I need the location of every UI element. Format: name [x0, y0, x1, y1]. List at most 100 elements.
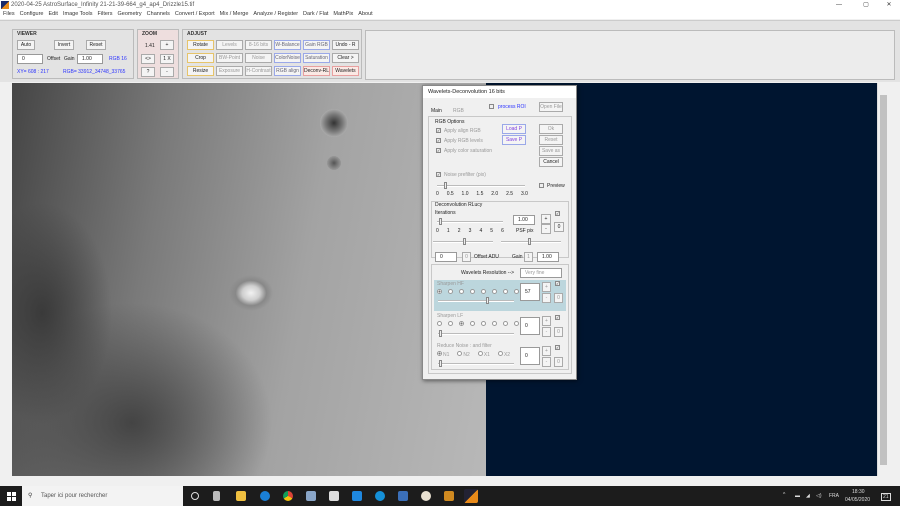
offset-adu-spinner[interactable]: 0 — [435, 252, 457, 262]
mail-icon[interactable] — [352, 491, 362, 501]
rn-minus-button[interactable]: - — [542, 357, 551, 367]
adjust-colornoise-button[interactable]: ColorNoise — [274, 53, 301, 63]
gain-spinner[interactable]: 1.00 — [77, 54, 103, 64]
zoom-in-button[interactable]: + — [160, 40, 174, 50]
menu-filters[interactable]: Filters — [98, 11, 113, 17]
adjust-clear-button[interactable]: Clear > — [332, 53, 359, 63]
sharpen-lf-slider[interactable] — [438, 330, 514, 337]
media-player-icon[interactable] — [444, 491, 454, 501]
adjust-rotate-button[interactable]: Rotate — [187, 40, 214, 50]
noise-prefilter-slider[interactable] — [437, 182, 525, 189]
rn-enable-checkbox[interactable]: ✓ — [555, 345, 560, 350]
menu-analyze-register[interactable]: Analyze / Register — [253, 11, 298, 17]
rn-plus-button[interactable]: + — [542, 346, 551, 356]
app-icon-round[interactable] — [421, 491, 431, 501]
rn-radios[interactable]: N1 N2 X1 X2 — [437, 351, 510, 358]
tab-main[interactable]: Main — [431, 108, 442, 114]
cortana-icon[interactable] — [191, 492, 199, 500]
reduce-noise-slider[interactable] — [438, 360, 514, 367]
adjust-bw-point-button[interactable]: BW-Point — [216, 53, 243, 63]
lf-minus-button[interactable]: - — [542, 327, 551, 337]
open-file-button[interactable]: Open File — [539, 102, 563, 112]
adjust-w-balance-button[interactable]: W-Balance — [274, 40, 301, 50]
dialog-reset-button[interactable]: Reset — [539, 135, 563, 145]
slider-knob[interactable] — [439, 330, 442, 337]
minimize-button[interactable]: — — [828, 0, 850, 10]
adjust-crop-button[interactable]: Crop — [187, 53, 214, 63]
notifications-icon[interactable]: 21 — [881, 493, 891, 501]
slider-knob[interactable] — [439, 360, 442, 367]
adjust-exposure-button[interactable]: Exposure — [216, 66, 243, 76]
menu-files[interactable]: Files — [3, 11, 15, 17]
hf-enable-checkbox[interactable]: ✓ — [555, 281, 560, 286]
lf-radios[interactable] — [437, 321, 525, 328]
photos-icon[interactable] — [398, 491, 408, 501]
adjust-resize-button[interactable]: Resize — [187, 66, 214, 76]
menu-dark-flat[interactable]: Dark / Flat — [303, 11, 328, 17]
gain-slider[interactable] — [501, 238, 561, 245]
slider-knob[interactable] — [439, 218, 442, 225]
adjust-gain-rgb-button[interactable]: Gain RGB — [303, 40, 330, 50]
noise-prefilter-checkbox[interactable]: ✓ — [436, 172, 441, 177]
deconv-enable-checkbox[interactable]: ✓ — [555, 211, 560, 216]
psf-zero-button[interactable]: 0 — [554, 222, 564, 232]
file-explorer-icon[interactable] — [236, 491, 246, 501]
vertical-scrollbar[interactable] — [877, 83, 888, 476]
maximize-button[interactable]: ▢ — [855, 0, 877, 10]
menu-mix-merge[interactable]: Mix / Merge — [220, 11, 249, 17]
offset-reset-button[interactable]: 0 — [462, 252, 471, 262]
offset-slider[interactable] — [433, 238, 493, 245]
adjust-deconv-rl-button[interactable]: Deconv-RL — [303, 66, 330, 76]
clock-date[interactable]: 04/05/2020 — [845, 497, 870, 503]
skype-icon[interactable] — [375, 491, 385, 501]
dialog-gain-spinner[interactable]: 1.00 — [537, 252, 559, 262]
menu-image-tools[interactable]: Image Tools — [63, 11, 93, 17]
adjust-undo-r-button[interactable]: Undo - R — [332, 40, 359, 50]
adjust-levels-button[interactable]: Levels — [216, 40, 243, 50]
adjust-rgb-align-button[interactable]: RGB align — [274, 66, 301, 76]
apply-saturation-checkbox[interactable]: ✓ — [436, 148, 441, 153]
save-as-button[interactable]: Save as — [539, 146, 563, 156]
slider-knob[interactable] — [528, 238, 531, 245]
language-indicator[interactable]: FRA — [829, 493, 839, 499]
sharpen-hf-slider[interactable] — [438, 297, 514, 304]
battery-icon[interactable]: ▬ — [795, 493, 800, 499]
save-p-button[interactable]: Save P — [502, 135, 526, 145]
menu-convert-export[interactable]: Convert / Export — [175, 11, 215, 17]
windows-start-icon[interactable] — [7, 492, 16, 501]
adjust-wavelets-button[interactable]: Wavelets — [332, 66, 359, 76]
apply-levels-checkbox[interactable]: ✓ — [436, 138, 441, 143]
chrome-icon[interactable] — [283, 491, 293, 501]
adjust-h-contrast-button[interactable]: H-Contrast — [245, 66, 272, 76]
tray-chevron-icon[interactable]: ^ — [783, 492, 785, 498]
hf-zero-button[interactable]: 0 — [554, 293, 563, 303]
close-button[interactable]: ✕ — [878, 0, 900, 10]
zoom-help-button[interactable]: ? — [141, 67, 155, 77]
rn-zero-button[interactable]: 0 — [554, 357, 563, 367]
lf-plus-button[interactable]: + — [542, 316, 551, 326]
invert-button[interactable]: Invert — [54, 40, 74, 50]
taskbar-search-input[interactable]: ⚲ Taper ici pour rechercher — [22, 486, 183, 506]
psf-plus-button[interactable]: + — [541, 214, 551, 224]
clock-time[interactable]: 18:30 — [852, 489, 865, 495]
apply-align-checkbox[interactable]: ✓ — [436, 128, 441, 133]
edge-icon[interactable] — [260, 491, 270, 501]
load-p-button[interactable]: Load P — [502, 124, 526, 134]
psf-spinner[interactable]: 1.00 — [513, 215, 535, 225]
menu-configure[interactable]: Configure — [20, 11, 44, 17]
adjust-8-16-bits-button[interactable]: 8-16 bits — [245, 40, 272, 50]
menu-about[interactable]: About — [358, 11, 372, 17]
iterations-slider[interactable] — [437, 218, 503, 225]
wavelets-resolution-select[interactable]: Very fine — [520, 268, 562, 278]
adjust-saturation-button[interactable]: Saturation — [303, 53, 330, 63]
slider-knob[interactable] — [463, 238, 466, 245]
rgb-mode[interactable]: RGB 16 — [109, 56, 127, 62]
scrollbar-thumb[interactable] — [880, 95, 887, 465]
menu-mathpix[interactable]: MathPix — [333, 11, 353, 17]
preview-checkbox[interactable] — [539, 183, 544, 188]
sharpen-lf-spinner[interactable]: 0 — [520, 317, 540, 335]
adjust-noise-button[interactable]: Noise — [245, 53, 272, 63]
reduce-noise-spinner[interactable]: 0 — [520, 347, 540, 365]
ok-button[interactable]: Ok — [539, 124, 563, 134]
lf-zero-button[interactable]: 0 — [554, 327, 563, 337]
